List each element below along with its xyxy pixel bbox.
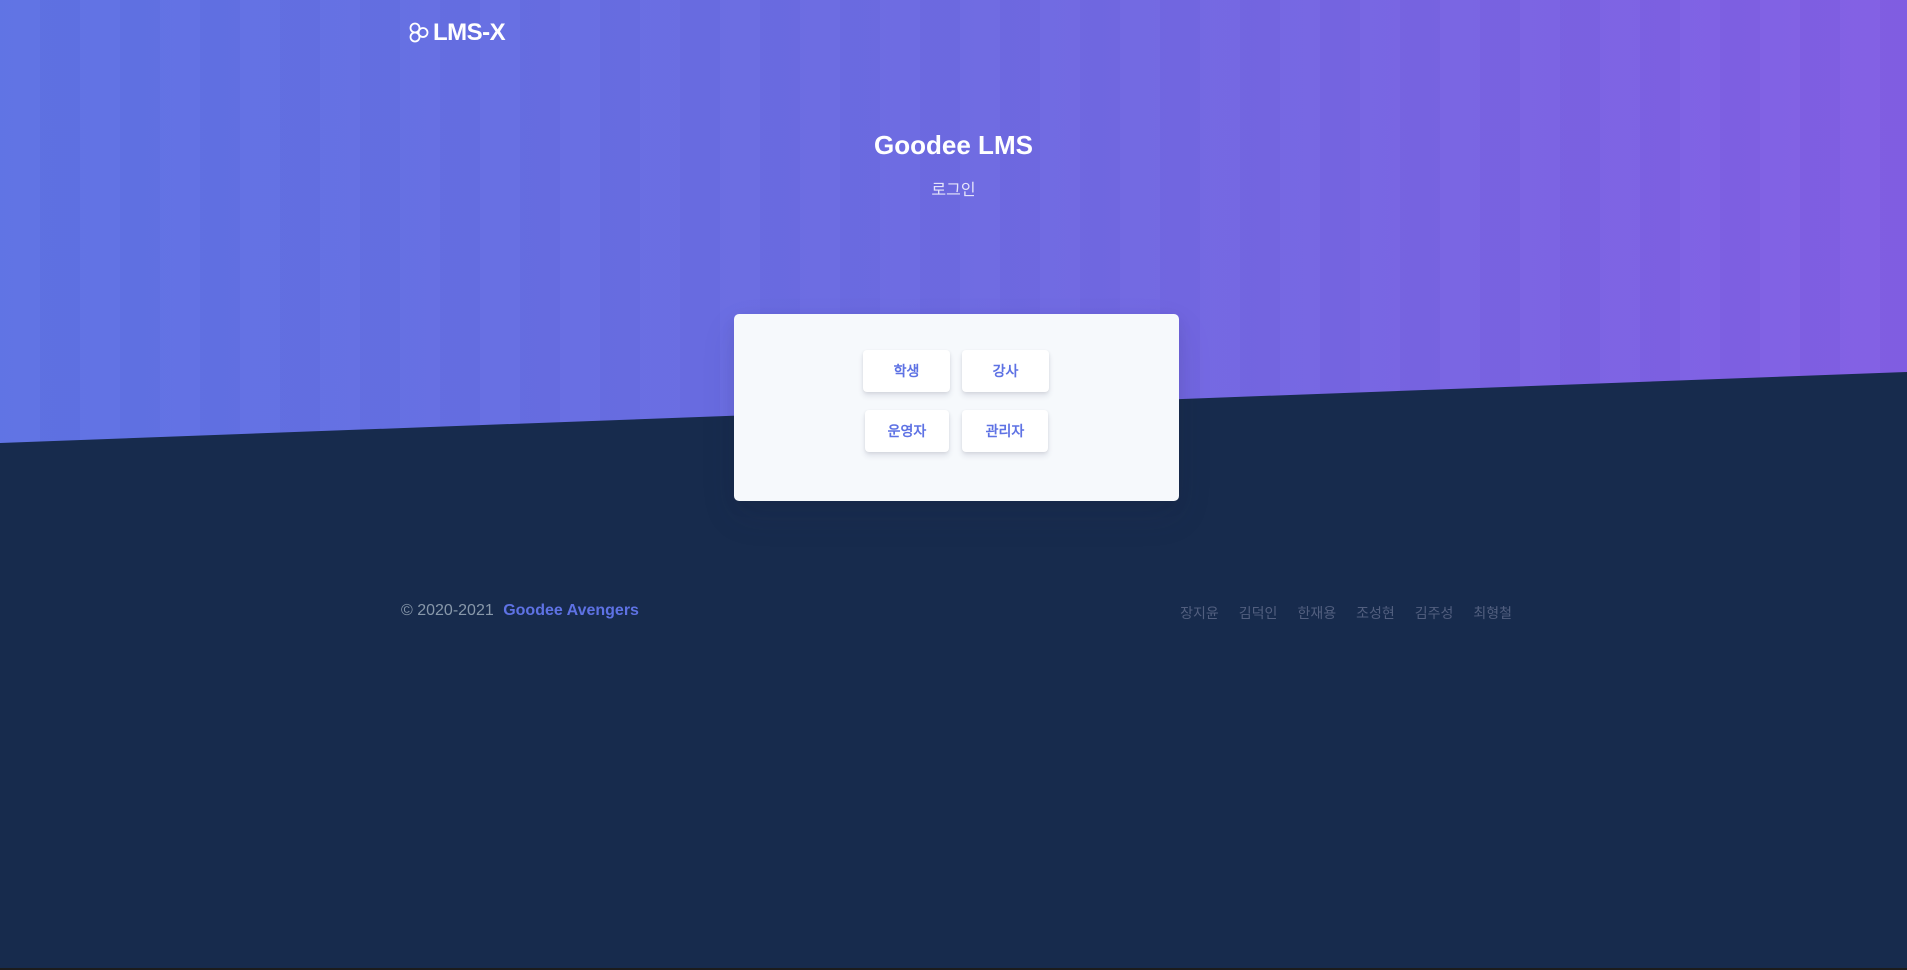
copyright-text: © 2020-2021 — [401, 602, 494, 619]
page-subtitle: 로그인 — [931, 180, 976, 199]
footer-member-link[interactable]: 조성현 — [1356, 603, 1395, 623]
footer-copyright: © 2020-2021 Goodee Avengers — [401, 602, 639, 620]
team-link[interactable]: Goodee Avengers — [503, 602, 639, 619]
brand-logo[interactable]: LMS-X — [409, 19, 506, 47]
footer-member-nav: 장지윤 김덕인 한재용 조성현 김주성 최형철 — [1180, 603, 1512, 623]
footer-member-link[interactable]: 장지윤 — [1180, 603, 1219, 623]
footer-member-link[interactable]: 한재용 — [1297, 603, 1336, 623]
brand-name: LMS-X — [433, 19, 506, 46]
operator-login-button[interactable]: 운영자 — [865, 410, 949, 452]
footer-member-link[interactable]: 김주성 — [1415, 603, 1454, 623]
page-title: Goodee LMS — [874, 130, 1033, 160]
instructor-login-button[interactable]: 강사 — [962, 350, 1049, 392]
admin-login-button[interactable]: 관리자 — [962, 410, 1048, 452]
login-role-card: 학생 강사 운영자 관리자 — [734, 314, 1179, 501]
student-login-button[interactable]: 학생 — [863, 350, 950, 392]
footer-member-link[interactable]: 최형철 — [1473, 603, 1512, 623]
footer-member-link[interactable]: 김덕인 — [1239, 603, 1278, 623]
three-circles-logo-icon — [409, 22, 429, 43]
